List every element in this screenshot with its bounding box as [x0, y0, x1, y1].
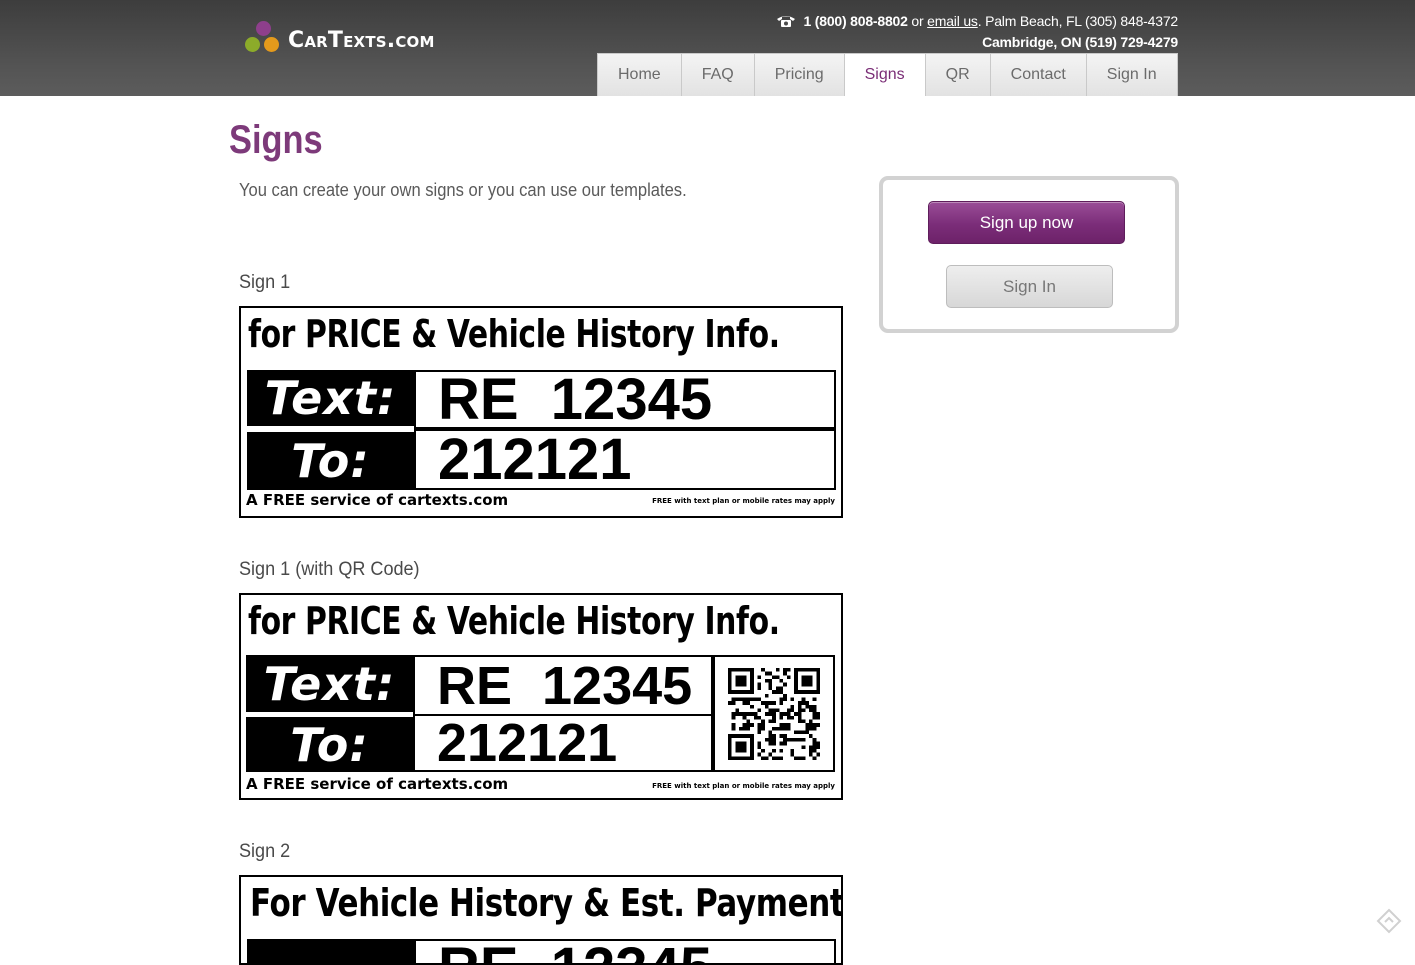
sign-title: for PRICE & Vehicle History Info. [248, 312, 780, 356]
text-label-partial [247, 939, 414, 963]
sign-footer-left: A FREE service of cartexts.com [246, 775, 509, 793]
logo-dots-icon [244, 20, 284, 60]
text-value: RE 12345 [413, 655, 713, 716]
qr-code-box [713, 655, 835, 772]
qr-code-icon [728, 667, 820, 760]
to-label: To: [246, 717, 413, 772]
sign-2-heading: Sign 2 [239, 841, 291, 862]
sign-2-image[interactable]: For Vehicle History & Est. Payments RE 1… [239, 875, 843, 965]
scroll-top-icon[interactable] [1376, 908, 1402, 934]
sign-title: For Vehicle History & Est. Payments [250, 881, 843, 925]
contact-line-1: 1 (800) 808-8802 or email us. Palm Beach… [776, 13, 1178, 29]
nav-tab-qr[interactable]: QR [924, 53, 990, 96]
or-text: or [907, 13, 928, 29]
logo-text: CarTexts.com [288, 27, 435, 53]
text-label: Text: [247, 370, 414, 426]
nav-tab-home[interactable]: Home [597, 53, 681, 96]
phone-icon [776, 16, 795, 27]
to-value: 212121 [413, 713, 713, 773]
sign-1-qr-heading: Sign 1 (with QR Code) [239, 559, 420, 580]
sign-footer-left: A FREE service of cartexts.com [246, 491, 509, 509]
nav-tab-sign-in[interactable]: Sign In [1085, 53, 1178, 96]
intro-text: You can create your own signs or you can… [239, 180, 687, 200]
cambridge-contact: Cambridge, ON (519) 729-4279 [982, 34, 1178, 50]
sign-1-heading: Sign 1 [239, 272, 291, 293]
sign-1-image[interactable]: for PRICE & Vehicle History Info. Text: … [239, 306, 843, 518]
sign-in-button[interactable]: Sign In [946, 265, 1113, 308]
nav-tab-pricing[interactable]: Pricing [753, 53, 844, 96]
nav-tab-contact[interactable]: Contact [989, 53, 1086, 96]
text-value: RE 12345 [414, 367, 836, 432]
to-label: To: [247, 432, 414, 490]
contact-line-2: Cambridge, ON (519) 729-4279 [982, 34, 1178, 50]
text-label: Text: [246, 655, 413, 712]
text-value: RE 12345 [414, 939, 836, 963]
page-title: Signs [229, 118, 323, 162]
nav-tab-faq[interactable]: FAQ [680, 53, 754, 96]
sign-title: for PRICE & Vehicle History Info. [248, 599, 780, 643]
phone-number: 1 (800) 808-8802 [803, 13, 908, 29]
nav-tab-signs[interactable]: Signs [843, 53, 925, 96]
sign-1-qr-image[interactable]: for PRICE & Vehicle History Info. Text: … [239, 593, 843, 800]
logo[interactable]: CarTexts.com [244, 20, 435, 60]
main-nav: Home FAQ Pricing Signs QR Contact Sign I… [597, 53, 1178, 96]
sign-footer-right: FREE with text plan or mobile rates may … [652, 497, 835, 505]
palm-beach-contact: . Palm Beach, FL (305) 848-4372 [977, 13, 1178, 29]
signup-sidebar: Sign up now Sign In [879, 176, 1179, 333]
to-value: 212121 [414, 427, 836, 492]
email-us-link[interactable]: email us [927, 13, 978, 29]
site-header: CarTexts.com 1 (800) 808-8802 or email u… [0, 0, 1415, 96]
sign-footer-right: FREE with text plan or mobile rates may … [652, 782, 835, 790]
sign-up-now-button[interactable]: Sign up now [928, 201, 1125, 244]
